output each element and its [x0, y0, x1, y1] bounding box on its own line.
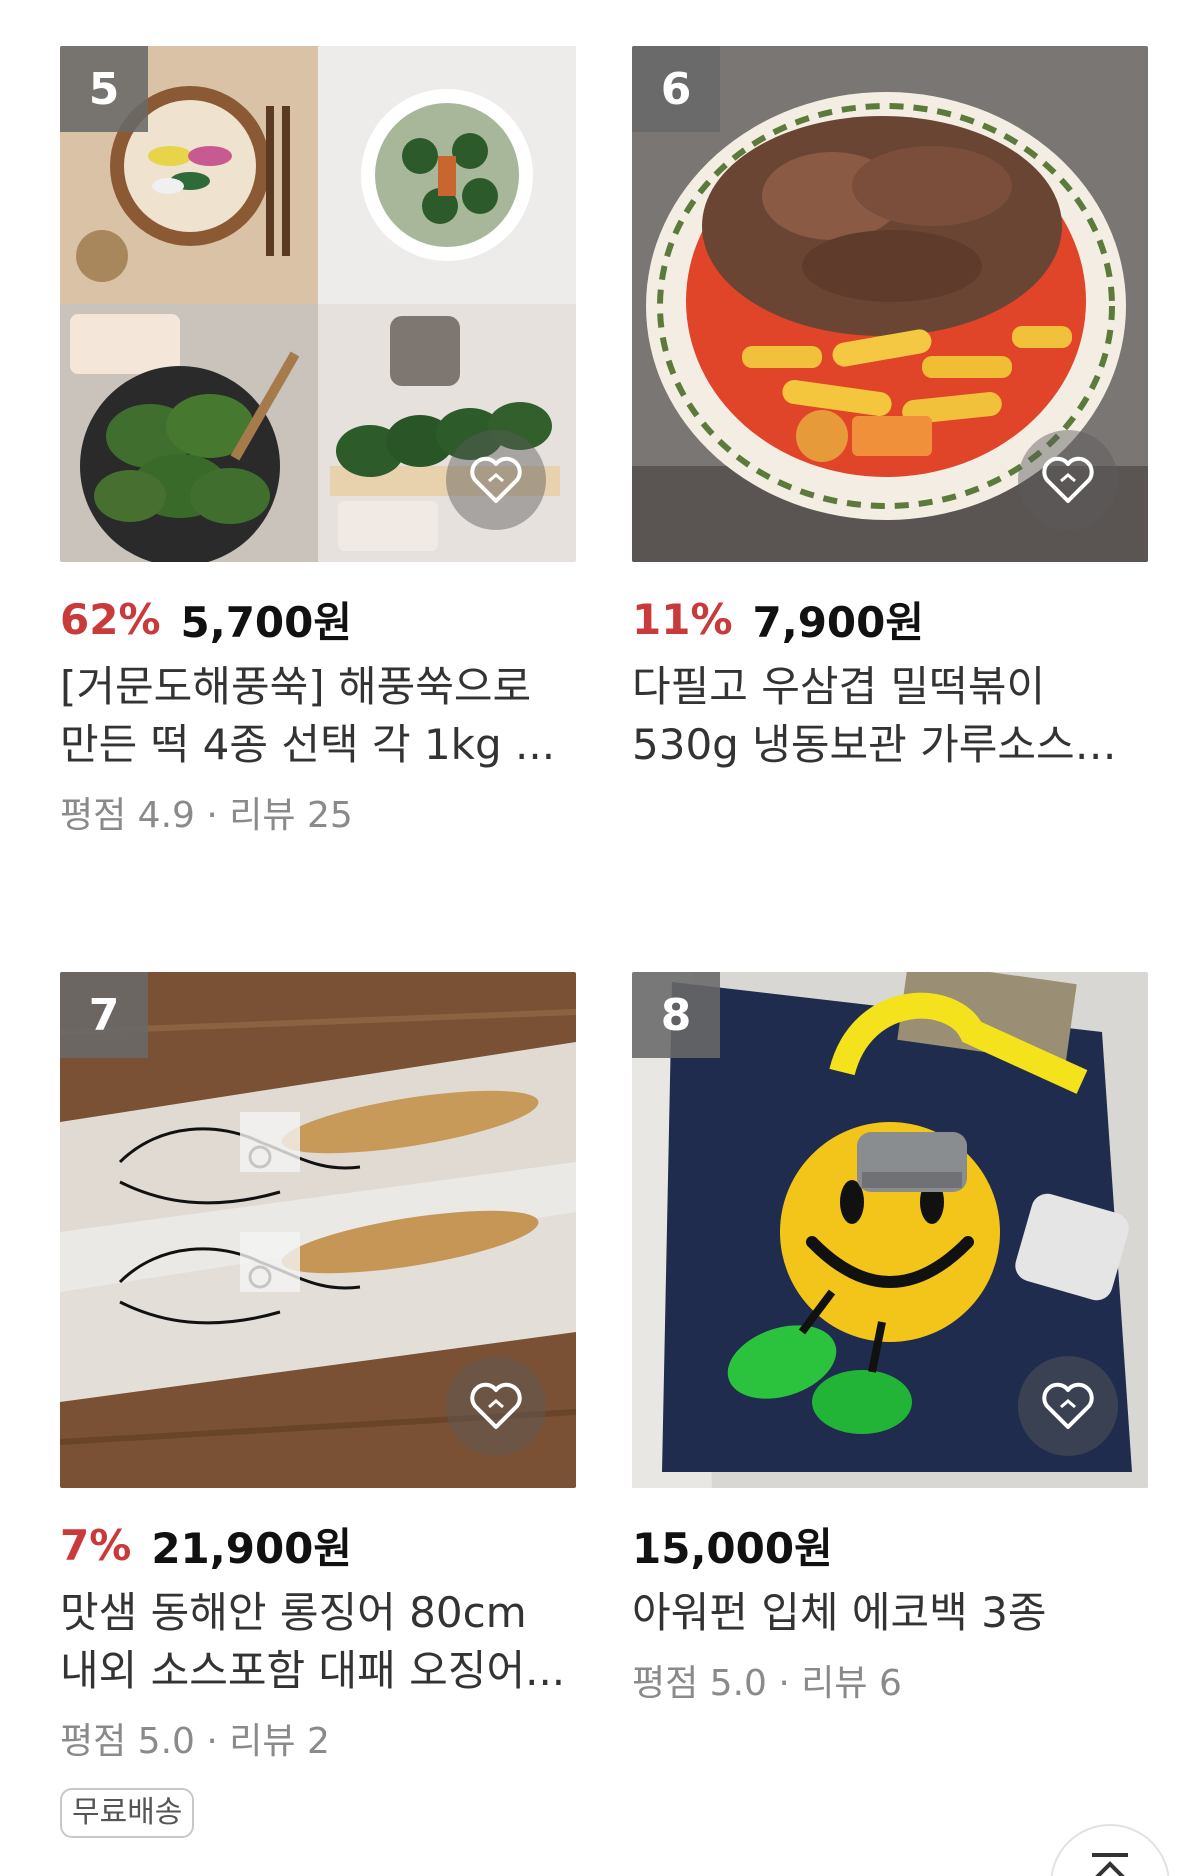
product-card[interactable]: 5 62% 5,700원 [거문도해풍쑥] 해풍쑥으로 만든 떡 4종 선택 각… — [60, 46, 576, 972]
heart-outline-icon — [1042, 456, 1094, 503]
price-row: 62% 5,700원 — [60, 588, 576, 650]
rank-badge: 5 — [60, 46, 148, 132]
rating-review: 평점 5.0 · 리뷰 6 — [632, 1663, 902, 1704]
heart-outline-icon — [470, 456, 522, 503]
price-row: 11% 7,900원 — [632, 588, 1148, 650]
sale-price: 21,900원 — [151, 1523, 353, 1573]
product-card[interactable]: 8 15,000원 아워펀 입체 에코백 3종 평점 5.0 · 리뷰 6 — [632, 972, 1148, 1876]
discount-rate: 62% — [60, 594, 161, 644]
wishlist-button[interactable] — [1018, 1356, 1118, 1456]
discount-rate: 11% — [632, 594, 733, 644]
product-image[interactable]: 5 — [60, 46, 576, 562]
product-title[interactable]: 다필고 우삼겹 밀떡볶이 530g 냉동보관 가루소스 떡... — [632, 658, 1148, 774]
discount-rate: 7% — [60, 1520, 132, 1570]
product-title[interactable]: 맛샘 동해안 롱징어 80cm 내외 소스포함 대패 오징어... — [60, 1584, 576, 1700]
product-image[interactable]: 8 — [632, 972, 1148, 1488]
product-image[interactable]: 6 — [632, 46, 1148, 562]
product-title[interactable]: [거문도해풍쑥] 해풍쑥으로 만든 떡 4종 선택 각 1kg ... — [60, 658, 576, 774]
wishlist-button[interactable] — [446, 1356, 546, 1456]
sale-price: 7,900원 — [752, 597, 925, 647]
rank-badge: 7 — [60, 972, 148, 1058]
arrow-up-icon — [1092, 1853, 1128, 1876]
heart-outline-icon — [1042, 1382, 1094, 1429]
wishlist-button[interactable] — [446, 430, 546, 530]
rating-review: 평점 4.9 · 리뷰 25 — [60, 795, 353, 836]
heart-outline-icon — [470, 1382, 522, 1429]
product-title[interactable]: 아워펀 입체 에코백 3종 — [632, 1584, 1148, 1642]
wishlist-button[interactable] — [1018, 430, 1118, 530]
sale-price: 5,700원 — [180, 597, 353, 647]
product-grid: 5 62% 5,700원 [거문도해풍쑥] 해풍쑥으로 만든 떡 4종 선택 각… — [60, 46, 1148, 1876]
rating-review: 평점 5.0 · 리뷰 2 — [60, 1721, 330, 1762]
product-card[interactable]: 7 7% 21,900원 맛샘 동해안 롱징어 80cm 내외 소스포함 대패 … — [60, 972, 576, 1876]
free-shipping-badge: 무료배송 — [60, 1788, 195, 1838]
rank-badge: 6 — [632, 46, 720, 132]
price-row: 15,000원 — [632, 1514, 1148, 1576]
sale-price: 15,000원 — [632, 1523, 833, 1573]
product-card[interactable]: 6 11% 7,900원 다필고 우삼겹 밀떡볶이 530g 냉동보관 가루소스… — [632, 46, 1148, 972]
product-image[interactable]: 7 — [60, 972, 576, 1488]
rank-badge: 8 — [632, 972, 720, 1058]
price-row: 7% 21,900원 — [60, 1514, 576, 1576]
